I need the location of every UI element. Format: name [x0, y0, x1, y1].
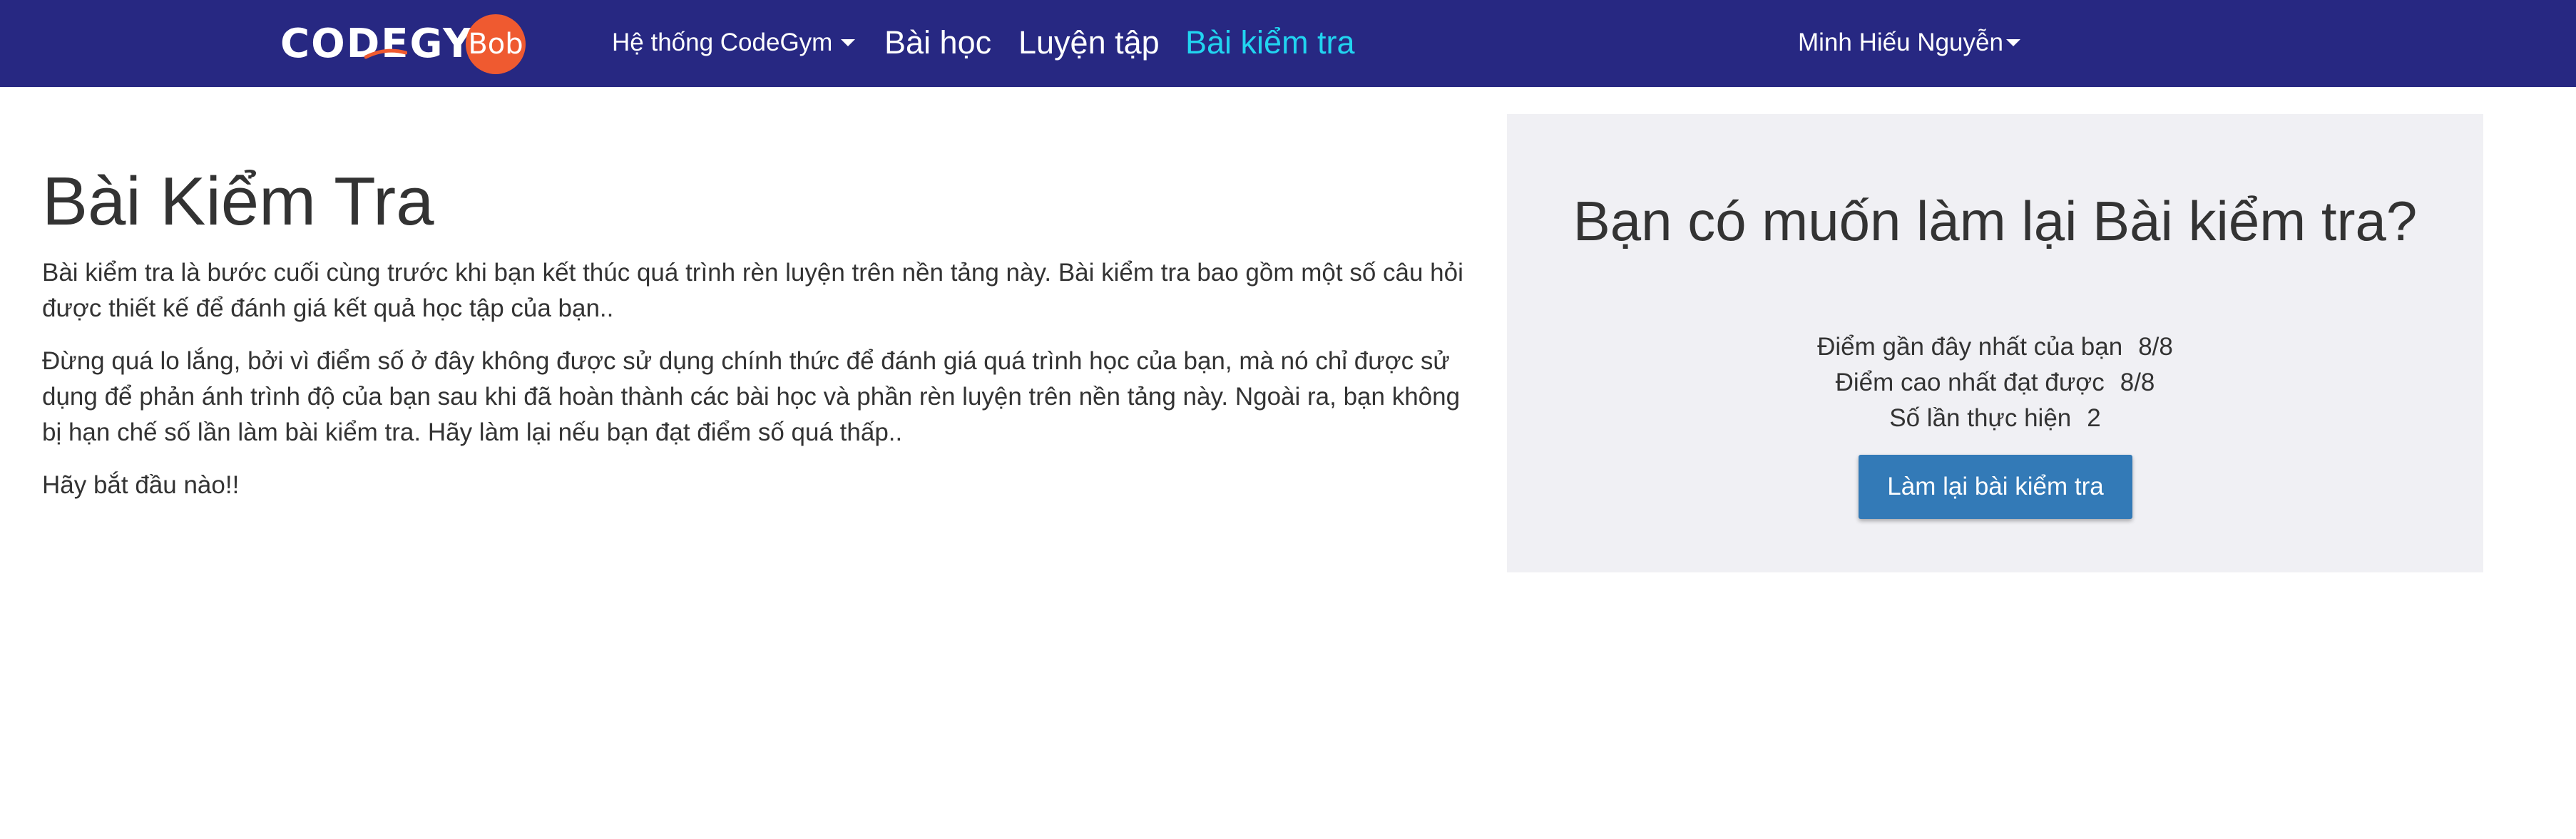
nav-codegym-system-label: Hệ thống CodeGym — [612, 29, 833, 56]
latest-score-value: 8/8 — [2138, 333, 2173, 361]
attempts-label: Số lần thực hiện — [1889, 404, 2072, 432]
attempts-row: Số lần thực hiện 2 — [1507, 404, 2483, 433]
highest-score-value: 8/8 — [2120, 369, 2155, 396]
reassurance-paragraph: Đừng quá lo lắng, bởi vì điểm số ở đây k… — [42, 346, 1461, 446]
logo-swoosh-icon — [364, 48, 407, 59]
latest-score-label: Điểm gần đây nhất của bạn — [1817, 333, 2123, 361]
caret-down-icon — [841, 38, 856, 46]
highest-score-label: Điểm cao nhất đạt được — [1835, 369, 2105, 396]
start-paragraph: Hãy bắt đầu nào!! — [42, 470, 240, 499]
nav-practice-link[interactable]: Luyện tập — [1018, 26, 1160, 58]
caret-down-icon — [2005, 38, 2020, 46]
nav-test-link-active[interactable]: Bài kiểm tra — [1185, 26, 1355, 58]
retake-test-button[interactable]: Làm lại bài kiểm tra — [1859, 455, 2132, 519]
retake-panel: Bạn có muốn làm lại Bài kiểm tra? Điểm g… — [1507, 114, 2483, 572]
nav-codegym-system-dropdown[interactable]: Hệ thống CodeGym — [612, 29, 856, 56]
test-intro-section: Bài Kiểm Tra Bài kiểm tra là bước cuối c… — [42, 164, 1468, 520]
attempts-value: 2 — [2087, 404, 2101, 432]
user-name: Minh Hiếu Nguyễn — [1798, 29, 2003, 56]
top-navbar: CODEGYM Bob Hệ thống CodeGym Bài học Luy… — [0, 0, 2576, 87]
intro-paragraph: Bài kiểm tra là bước cuối cùng trước khi… — [42, 258, 1463, 322]
latest-score-row: Điểm gần đây nhất của bạn 8/8 — [1507, 333, 2483, 361]
user-menu-dropdown[interactable]: Minh Hiếu Nguyễn — [1798, 30, 2020, 55]
logo-badge: Bob — [466, 14, 526, 74]
retake-panel-title: Bạn có muốn làm lại Bài kiểm tra? — [1573, 190, 2418, 252]
nav-lessons-link[interactable]: Bài học — [884, 26, 991, 58]
highest-score-row: Điểm cao nhất đạt được 8/8 — [1507, 369, 2483, 397]
page-title: Bài Kiểm Tra — [42, 163, 434, 240]
codegym-logo[interactable]: CODEGYM Bob — [280, 13, 526, 74]
